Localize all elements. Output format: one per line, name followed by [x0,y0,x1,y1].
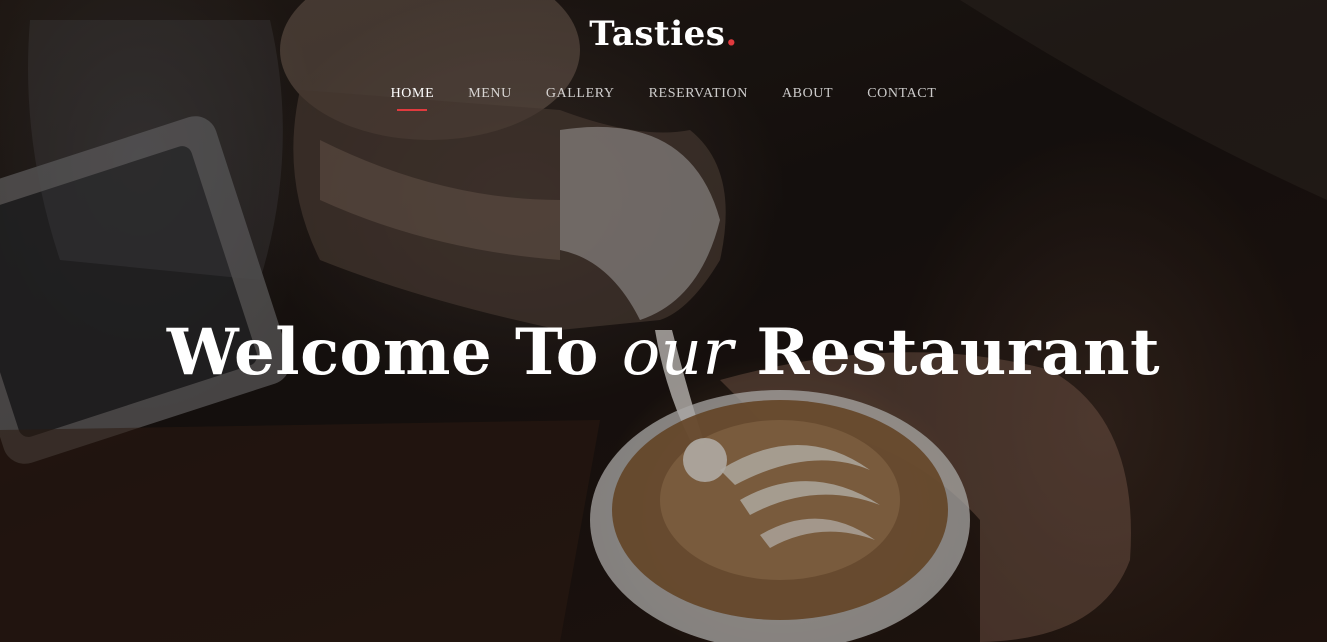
headline-part-1: Welcome To [166,314,622,390]
nav-item-home[interactable]: HOME [374,86,452,102]
headline-emphasis: our [621,315,734,390]
headline-part-2: Restaurant [733,314,1161,390]
hero-section: Tasties. HOME MENU GALLERY RESERVATION A… [0,0,1327,642]
main-nav: HOME MENU GALLERY RESERVATION ABOUT CONT… [0,86,1327,102]
brand-name: Tasties [589,14,726,54]
brand-dot: . [725,14,738,54]
nav-item-about[interactable]: ABOUT [765,86,850,102]
nav-item-contact[interactable]: CONTACT [850,86,953,102]
hero-headline: Welcome To our Restaurant [0,315,1327,390]
brand-logo[interactable]: Tasties. [0,14,1327,54]
nav-item-menu[interactable]: MENU [451,86,529,102]
nav-item-reservation[interactable]: RESERVATION [632,86,765,102]
nav-item-gallery[interactable]: GALLERY [529,86,632,102]
